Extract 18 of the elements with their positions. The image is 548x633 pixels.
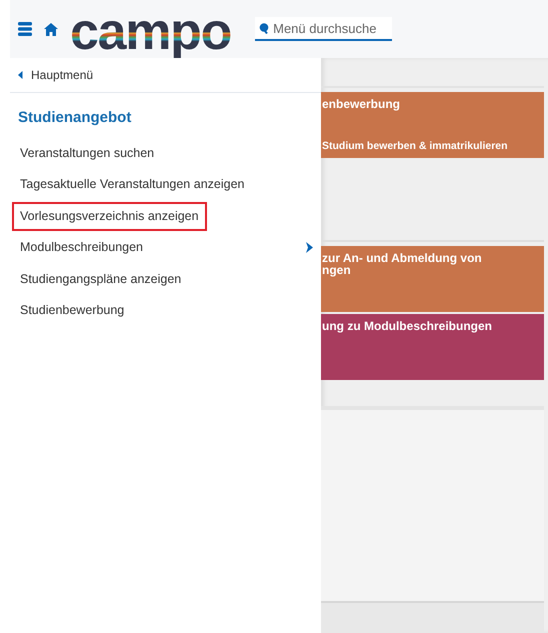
- chevron-left-icon: [18, 71, 23, 79]
- tile-title: enbewerbung: [322, 98, 402, 110]
- search-icon: [259, 22, 270, 34]
- search-field[interactable]: Menü durchsuche: [255, 17, 392, 42]
- tile[interactable]: ung zu Modulbeschreibungen: [321, 314, 544, 380]
- back-link[interactable]: Hauptmenü: [10, 58, 321, 93]
- menu-item[interactable]: Modulbeschreibungen: [12, 233, 152, 262]
- menu-item[interactable]: Studiengangspläne anzeigen: [12, 264, 190, 294]
- tile-subtitle: Studium bewerben & immatrikulieren: [322, 140, 509, 152]
- menu-icon[interactable]: [18, 22, 32, 36]
- menu-title: Studienangebot: [18, 108, 132, 128]
- menu-item[interactable]: Studienbewerbung: [12, 296, 132, 326]
- menu-item[interactable]: Veranstaltungen suchen: [12, 138, 162, 168]
- home-icon[interactable]: [44, 22, 58, 36]
- tile-title: zur An- und Abmeldung von ngen: [322, 252, 483, 276]
- menu-item[interactable]: Vorlesungsverzeichnis anzeigen: [12, 202, 207, 231]
- tile-title: ung zu Modulbeschreibungen: [322, 320, 493, 332]
- menu-item[interactable]: Tagesaktuelle Veranstaltungen anzeigen: [12, 170, 252, 200]
